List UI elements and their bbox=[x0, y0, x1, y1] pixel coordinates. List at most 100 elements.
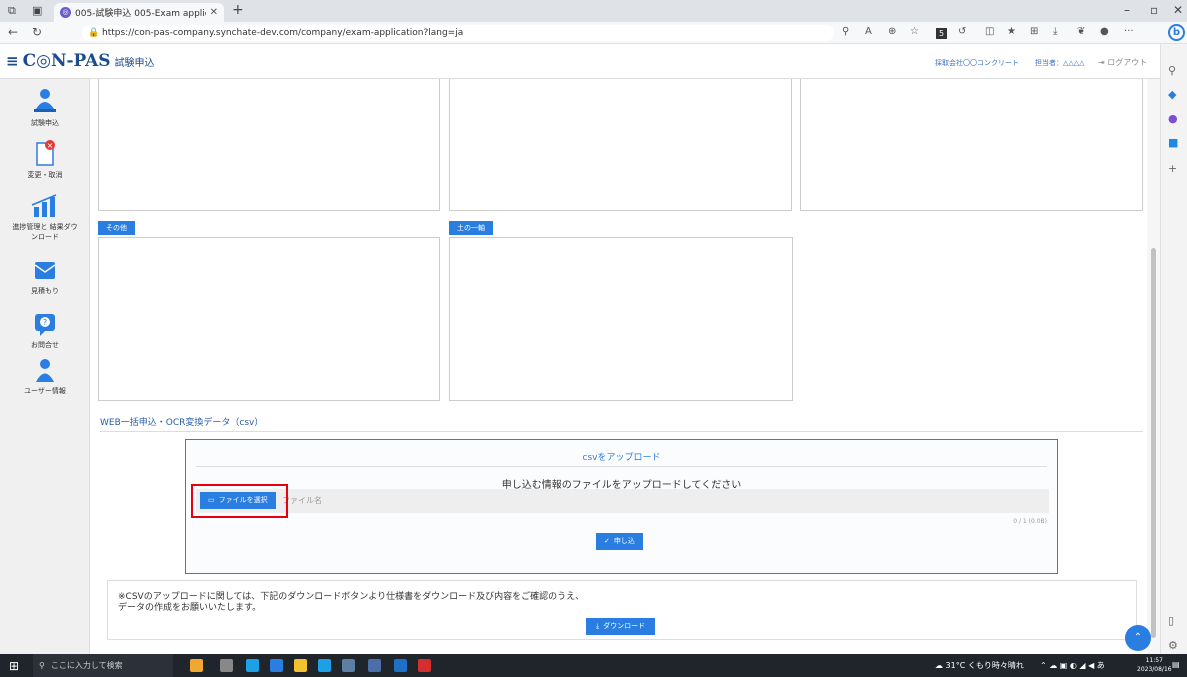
taskbar-search[interactable]: ⚲ ここに入力して検索 bbox=[33, 654, 173, 677]
explorer-app-icon[interactable] bbox=[294, 659, 307, 672]
sidebar-toggle-icon[interactable]: ▯ bbox=[1168, 614, 1174, 627]
split-screen-icon[interactable]: ◫ bbox=[985, 26, 994, 37]
nav-item-progress-download[interactable]: 進捗管理と 結果ダウンロード bbox=[0, 193, 90, 242]
panel-soil bbox=[449, 237, 793, 401]
downloads-icon[interactable]: ⤓ bbox=[1053, 26, 1057, 37]
nav-label: お問合せ bbox=[31, 341, 59, 349]
envelope-icon bbox=[34, 262, 56, 279]
scrollbar-thumb[interactable] bbox=[1151, 248, 1156, 638]
close-tab-icon[interactable]: ✕ bbox=[210, 7, 218, 18]
highlight-box bbox=[191, 484, 288, 518]
system-tray-icons[interactable]: ⌃ ☁ ▣ ◐ ◢ ◀ あ bbox=[1040, 660, 1105, 671]
person-laptop-icon bbox=[34, 89, 56, 112]
mail-app-icon[interactable] bbox=[318, 659, 331, 672]
app-icon[interactable] bbox=[368, 659, 381, 672]
address-bar-row: ← ↻ 🔒 https://con-pas-company.synchate-d… bbox=[0, 22, 1187, 44]
nav-label: 見積もり bbox=[31, 287, 59, 295]
category-panel bbox=[800, 79, 1143, 211]
extension-icon[interactable]: 5 bbox=[936, 28, 947, 39]
user-icon bbox=[36, 359, 54, 382]
windows-start-icon[interactable]: ⊞ bbox=[9, 659, 19, 673]
browser-tab[interactable]: ◎ 005-試験申込 005-Exam applica ✕ bbox=[54, 3, 224, 22]
section-divider bbox=[100, 431, 1143, 432]
task-view-icon[interactable] bbox=[220, 659, 233, 672]
more-menu-icon[interactable]: ··· bbox=[1124, 26, 1134, 37]
search-placeholder: ここに入力して検索 bbox=[50, 661, 123, 670]
left-nav: 試験申込 × 変更・取消 進捗管理と 結果ダウンロード 見積もり ? お問合せ … bbox=[0, 79, 90, 654]
tag-icon[interactable]: ◆ bbox=[1168, 88, 1176, 101]
hamburger-menu-icon[interactable]: ≡ bbox=[6, 52, 19, 70]
nav-label: 進捗管理と 結果ダウンロード bbox=[12, 223, 78, 241]
csv-note-box: ※CSVのアップロードに関しては、下記のダウンロードボタンより仕様書をダウンロー… bbox=[107, 580, 1137, 640]
file-name-placeholder: ファイル名 bbox=[282, 496, 322, 505]
bing-chat-icon[interactable]: b bbox=[1168, 24, 1185, 41]
briefcase-app-icon[interactable] bbox=[190, 659, 203, 672]
key-icon[interactable]: ⚲ bbox=[842, 26, 849, 37]
store-app-icon[interactable] bbox=[270, 659, 283, 672]
apply-button[interactable]: ✓ 申し込 bbox=[596, 533, 643, 550]
nav-label: ユーザー情報 bbox=[24, 387, 66, 395]
nav-label: 変更・取消 bbox=[27, 171, 63, 179]
minimize-icon[interactable]: – bbox=[1124, 3, 1130, 17]
pdf-app-icon[interactable] bbox=[418, 659, 431, 672]
collections-icon[interactable]: ⊞ bbox=[1030, 26, 1038, 37]
profile-icon[interactable]: ● bbox=[1100, 26, 1109, 37]
outlook-icon[interactable]: ■ bbox=[1168, 136, 1178, 149]
nav-item-user-info[interactable]: ユーザー情報 bbox=[0, 357, 90, 396]
back-icon[interactable]: ← bbox=[8, 25, 18, 39]
nav-item-change-cancel[interactable]: × 変更・取消 bbox=[0, 139, 90, 180]
workspaces-icon[interactable]: ⧉ bbox=[8, 4, 16, 18]
search-icon: ⚲ bbox=[39, 661, 45, 670]
nav-item-exam-application[interactable]: 試験申込 bbox=[0, 87, 90, 128]
app-logo[interactable]: ≡ C◎N-PAS 試験申込 bbox=[6, 51, 155, 71]
panel-tag-other: その他 bbox=[98, 221, 135, 235]
site-favicon-icon: ◎ bbox=[60, 7, 71, 18]
file-input-bar: ▭ ファイルを選択 ファイル名 bbox=[196, 489, 1049, 513]
weather-icon: ☁ bbox=[935, 661, 943, 670]
person-in-charge: 担当者：△△△△ bbox=[1035, 59, 1085, 67]
favorites-icon[interactable]: ★ bbox=[1007, 26, 1016, 37]
search-icon[interactable]: ⚲ bbox=[1168, 64, 1176, 77]
shopping-icon[interactable]: ● bbox=[1168, 112, 1178, 125]
settings-icon[interactable]: ⚙ bbox=[1168, 639, 1178, 652]
edge-app-icon[interactable] bbox=[246, 659, 259, 672]
bar-chart-icon bbox=[31, 194, 57, 217]
maximize-icon[interactable]: ▫ bbox=[1150, 3, 1158, 17]
page-subtitle: 試験申込 bbox=[114, 58, 155, 69]
download-button[interactable]: ⤓ ダウンロード bbox=[586, 618, 656, 635]
tab-actions-icon[interactable]: ▣ bbox=[32, 4, 42, 17]
lock-icon: 🔒 bbox=[88, 28, 100, 38]
check-icon: ✓ bbox=[604, 538, 610, 545]
url-field[interactable]: 🔒 https://con-pas-company.synchate-dev.c… bbox=[82, 25, 834, 41]
browser-tab-bar: ⧉ ▣ ◎ 005-試験申込 005-Exam applica ✕ + – ▫ … bbox=[0, 0, 1187, 22]
company-name: 採取会社〇〇コンクリート bbox=[935, 59, 1019, 67]
logo-text: C◎N-PAS bbox=[22, 51, 111, 71]
document-cancel-icon: × bbox=[36, 140, 55, 166]
section-title: WEB一括申込・OCR変換データ（csv） bbox=[100, 418, 264, 428]
main-content: その他 土の一軸 WEB一括申込・OCR変換データ（csv） csvをアップロー… bbox=[90, 79, 1147, 654]
nav-item-estimate[interactable]: 見積もり bbox=[0, 257, 90, 296]
apply-label: 申し込 bbox=[613, 538, 635, 545]
read-aloud-icon[interactable]: A bbox=[865, 26, 872, 37]
nav-item-inquiry[interactable]: ? お問合せ bbox=[0, 311, 90, 350]
back-to-top-button[interactable]: ⌃ bbox=[1125, 625, 1151, 651]
weather-widget[interactable]: ☁ 31°C くもり時々晴れ bbox=[935, 660, 1024, 671]
app-icon[interactable] bbox=[394, 659, 407, 672]
category-panel bbox=[98, 79, 440, 211]
clock[interactable]: 11:57 2023/08/16 bbox=[1137, 656, 1172, 674]
sync-icon[interactable]: ↺ bbox=[958, 26, 966, 37]
file-counter: 0 / 1 (0.0B) bbox=[1013, 518, 1047, 525]
notification-icon[interactable]: ▤ bbox=[1172, 660, 1180, 669]
csv-upload-card: csvをアップロード 申し込む情報のファイルをアップロードしてください ▭ ファ… bbox=[185, 439, 1058, 574]
window-close-icon[interactable]: ✕ bbox=[1173, 3, 1183, 17]
favorite-star-icon[interactable]: ☆ bbox=[910, 26, 919, 37]
refresh-icon[interactable]: ↻ bbox=[32, 25, 42, 39]
app-icon[interactable] bbox=[342, 659, 355, 672]
new-tab-icon[interactable]: + bbox=[232, 2, 244, 18]
category-panel bbox=[449, 79, 792, 211]
zoom-icon[interactable]: ⊕ bbox=[888, 26, 896, 37]
weather-text: 31°C くもり時々晴れ bbox=[945, 661, 1024, 670]
copilot-ext-icon[interactable]: ❦ bbox=[1077, 26, 1085, 37]
add-icon[interactable]: + bbox=[1168, 162, 1177, 175]
logout-link[interactable]: ⇥ ログアウト bbox=[1098, 57, 1147, 68]
